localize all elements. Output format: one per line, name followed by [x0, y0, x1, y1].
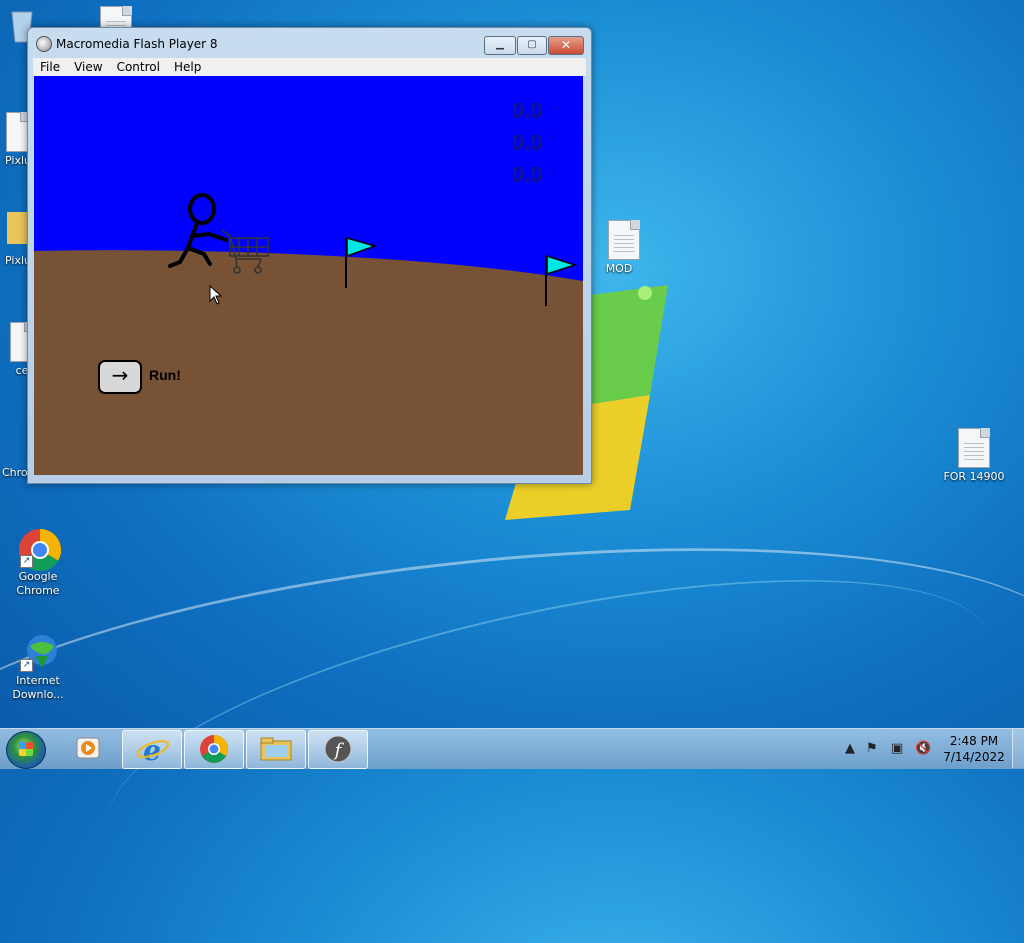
arrow-up-icon: ↑	[548, 130, 556, 145]
taskbar-clock[interactable]: 2:48 PM 7/14/2022	[940, 733, 1008, 765]
menu-view[interactable]: View	[67, 58, 109, 76]
desktop-icon-label: FOR 14900	[943, 470, 1005, 483]
network-icon[interactable]: ▣	[891, 741, 903, 756]
internet-download-manager-icon: ↗	[18, 632, 58, 672]
flash-player-window[interactable]: Macromedia Flash Player 8 ▁ ▢ ✕ File View…	[27, 27, 592, 484]
run-button[interactable]: →	[98, 360, 142, 394]
taskbar-media-player[interactable]	[60, 730, 118, 767]
media-player-icon	[76, 737, 100, 759]
run-label: Run!	[149, 367, 181, 383]
show-hidden-icons-icon[interactable]: ▲	[845, 741, 855, 756]
internet-explorer-icon: e	[136, 734, 170, 767]
close-button[interactable]: ✕	[548, 36, 584, 55]
chrome-icon: ↗	[18, 528, 62, 572]
desktop-icon-google-chrome[interactable]: ↗ Google Chrome	[2, 528, 74, 598]
window-titlebar[interactable]: Macromedia Flash Player 8 ▁ ▢ ✕	[28, 28, 591, 58]
action-center-flag-icon[interactable]: ⚑	[866, 741, 878, 756]
maximize-icon: ▢	[527, 39, 537, 50]
taskbar-internet-explorer[interactable]: e	[122, 730, 182, 769]
window-title: Macromedia Flash Player 8	[56, 37, 218, 51]
desktop-icon-internet-download[interactable]: ↗ Internet Downlo...	[2, 632, 74, 702]
clock-date: 7/14/2022	[943, 750, 1005, 764]
taskbar-windows-explorer[interactable]	[246, 730, 306, 769]
stat-distance: 0.0 →	[512, 98, 562, 123]
flash-game-stage[interactable]: 0.0 → 0.0 ↑ 0.0 ↕ → Run!	[34, 76, 583, 475]
shortcut-arrow-icon: ↗	[20, 659, 33, 672]
menu-bar: File View Control Help	[33, 58, 586, 76]
shortcut-arrow-icon: ↗	[20, 555, 33, 568]
volume-muted-icon[interactable]: 🔇	[915, 741, 931, 756]
show-desktop-button[interactable]	[1012, 729, 1024, 768]
desktop-icon-label: Google Chrome	[16, 570, 60, 597]
windows-logo-icon	[19, 742, 33, 756]
stat-vertical: 0.0 ↕	[512, 162, 556, 187]
flash-player-icon	[36, 36, 52, 52]
minimize-button[interactable]: ▁	[484, 36, 516, 55]
chrome-icon	[200, 735, 228, 763]
game-scene	[34, 193, 583, 475]
svg-text:e: e	[143, 734, 161, 767]
maximize-button[interactable]: ▢	[517, 36, 547, 55]
mouse-cursor-icon	[209, 285, 223, 305]
minimize-icon: ▁	[496, 39, 504, 50]
desktop-icon-label: Internet Downlo...	[12, 674, 64, 701]
arrow-updown-icon: ↕	[548, 162, 556, 177]
menu-file[interactable]: File	[33, 58, 67, 76]
folder-icon	[260, 737, 292, 761]
flash-player-icon: f	[324, 735, 352, 763]
desktop-icon-for-14900[interactable]: FOR 14900	[938, 428, 1010, 484]
stat-height: 0.0 ↑	[512, 130, 556, 155]
close-icon: ✕	[560, 38, 572, 52]
taskbar-flash-player[interactable]: f	[308, 730, 368, 769]
document-icon	[954, 428, 994, 468]
taskbar-google-chrome[interactable]	[184, 730, 244, 769]
arrow-right-icon: →	[111, 363, 129, 387]
clock-time: 2:48 PM	[949, 734, 999, 748]
menu-control[interactable]: Control	[110, 58, 167, 76]
start-button[interactable]	[6, 731, 46, 769]
menu-help[interactable]: Help	[167, 58, 208, 76]
arrow-right-icon: →	[548, 98, 562, 113]
